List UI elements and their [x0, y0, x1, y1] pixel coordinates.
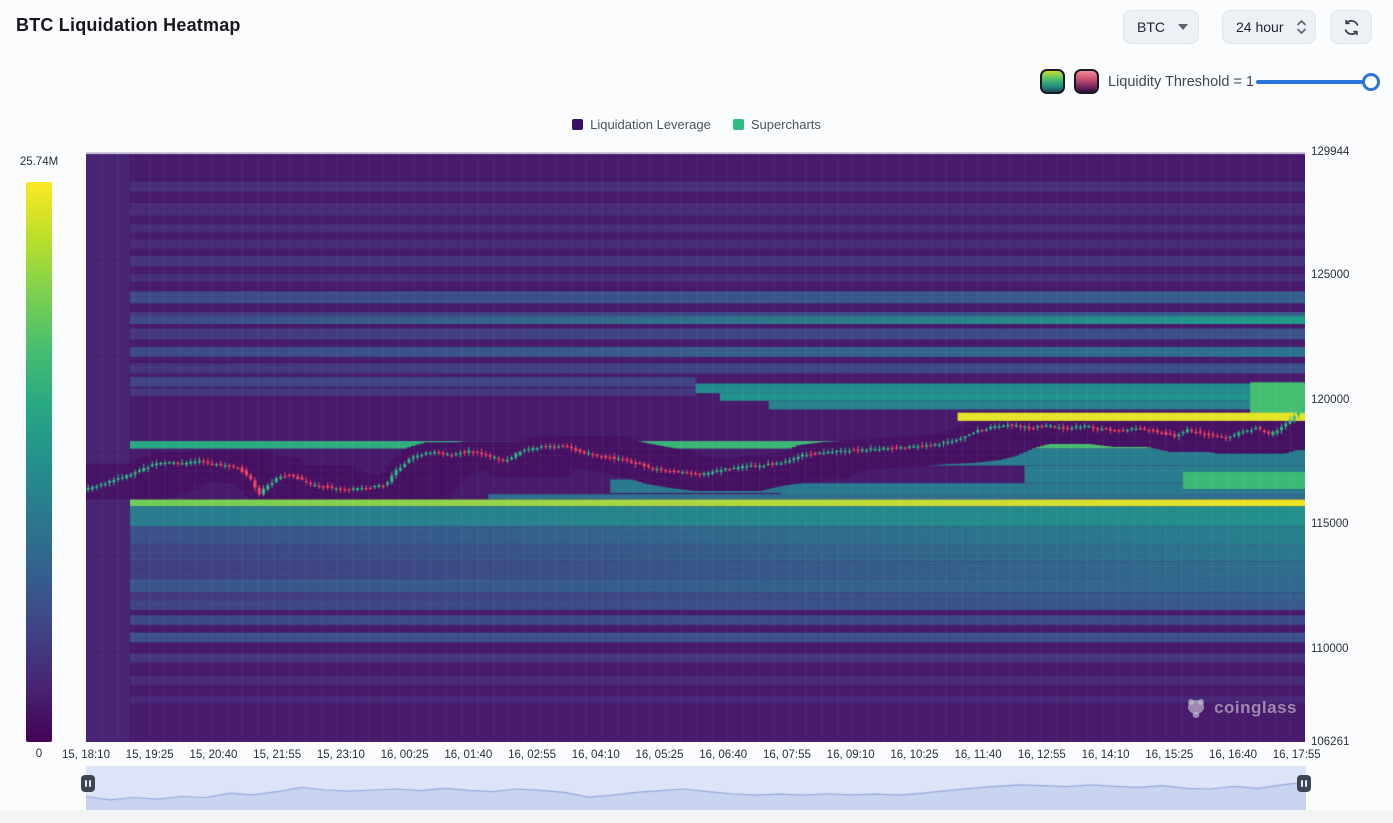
- legend-label: Liquidation Leverage: [590, 117, 711, 132]
- liquidity-threshold-slider[interactable]: [1256, 73, 1378, 91]
- x-axis: 15, 18:1015, 19:2515, 20:4015, 21:5515, …: [86, 749, 1305, 765]
- navigator[interactable]: [86, 766, 1306, 810]
- heatmap-canvas[interactable]: [86, 152, 1305, 742]
- updown-chevrons-icon: [1296, 18, 1307, 36]
- legend-label: Supercharts: [751, 117, 821, 132]
- x-axis-label: 16, 06:40: [699, 749, 747, 761]
- chevron-down-icon: [1178, 24, 1188, 30]
- period-select-value: 24 hour: [1236, 19, 1283, 35]
- bottom-strip: [0, 810, 1393, 823]
- refresh-icon: [1342, 18, 1361, 37]
- page-title: BTC Liquidation Heatmap: [16, 15, 241, 36]
- colorbar-max-label: 25.74M: [0, 156, 78, 168]
- symbol-select-value: BTC: [1137, 19, 1165, 35]
- y-axis-label: 125000: [1311, 269, 1349, 281]
- x-axis-label: 16, 00:25: [381, 749, 429, 761]
- refresh-button[interactable]: [1330, 10, 1372, 44]
- y-axis-label: 120000: [1311, 394, 1349, 406]
- liquidation-heatmap-page: BTC Liquidation Heatmap BTC 24 hour Liqu…: [0, 0, 1393, 823]
- x-axis-label: 16, 12:55: [1018, 749, 1066, 761]
- chart-legend: Liquidation Leverage Supercharts: [0, 117, 1393, 132]
- slider-handle[interactable]: [1362, 73, 1380, 91]
- symbol-select[interactable]: BTC: [1123, 10, 1199, 44]
- heatmap-plot-area[interactable]: coinglass: [86, 152, 1305, 742]
- navigator-handle-right[interactable]: [1297, 775, 1311, 792]
- liquidity-threshold-label: Liquidity Threshold = 1: [1108, 74, 1254, 90]
- x-axis-label: 16, 10:25: [890, 749, 938, 761]
- x-axis-label: 15, 18:10: [62, 749, 110, 761]
- y-axis-label: 106261: [1311, 736, 1349, 748]
- y-axis-label: 110000: [1311, 643, 1349, 655]
- x-axis-label: 16, 11:40: [955, 749, 1002, 761]
- legend-marker: [572, 119, 583, 130]
- navigator-handle-left[interactable]: [81, 775, 95, 792]
- navigator-canvas[interactable]: [86, 766, 1306, 810]
- x-axis-label: 16, 15:25: [1145, 749, 1193, 761]
- x-axis-label: 16, 07:55: [763, 749, 811, 761]
- x-axis-label: 16, 17:55: [1273, 749, 1321, 761]
- x-axis-label: 16, 09:10: [827, 749, 875, 761]
- x-axis-label: 16, 05:25: [636, 749, 684, 761]
- x-axis-label: 15, 19:25: [126, 749, 174, 761]
- legend-item-liquidation-leverage[interactable]: Liquidation Leverage: [572, 117, 711, 132]
- y-axis-label: 115000: [1311, 518, 1349, 530]
- period-select[interactable]: 24 hour: [1222, 10, 1316, 44]
- viridis-gradient-swatch[interactable]: [1040, 69, 1065, 94]
- x-axis-label: 16, 02:55: [508, 749, 556, 761]
- legend-marker: [733, 119, 744, 130]
- legend-item-supercharts[interactable]: Supercharts: [733, 117, 821, 132]
- magma-gradient-swatch[interactable]: [1074, 69, 1099, 94]
- x-axis-label: 15, 23:10: [317, 749, 365, 761]
- slider-track[interactable]: [1256, 80, 1378, 84]
- x-axis-label: 16, 01:40: [444, 749, 492, 761]
- x-axis-label: 16, 16:40: [1209, 749, 1257, 761]
- y-axis-label: 129944: [1311, 146, 1349, 158]
- x-axis-label: 16, 14:10: [1082, 749, 1130, 761]
- y-axis: 129944125000120000115000110000106261: [1311, 152, 1391, 742]
- x-axis-label: 15, 21:55: [253, 749, 301, 761]
- colorbar: [26, 182, 52, 742]
- x-axis-label: 15, 20:40: [189, 749, 237, 761]
- x-axis-label: 16, 04:10: [572, 749, 620, 761]
